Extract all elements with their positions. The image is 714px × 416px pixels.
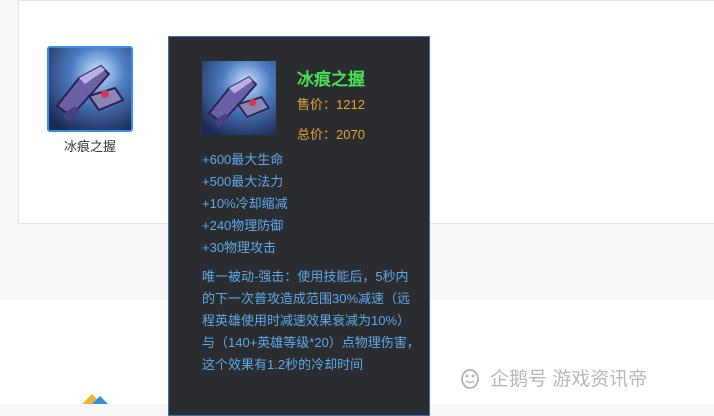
stat-physical-attack: +30物理攻击: [202, 240, 277, 255]
ice-gauntlet-item-icon: [49, 48, 131, 130]
sell-price: 售价：1212: [297, 97, 365, 112]
penguin-logo-icon: [461, 368, 479, 389]
item-slot-ice-gauntlet[interactable]: [47, 46, 133, 132]
total-price: 总价：2070: [297, 127, 365, 142]
tooltip-title: 冰痕之握: [297, 70, 365, 89]
stat-list: +600最大生命 +500最大法力 +10%冷却缩减 +240物理防御 +30物…: [202, 149, 288, 259]
ice-gauntlet-item-icon: [202, 61, 276, 135]
passive-description: 唯一被动-强击：使用技能后，5秒内的下一次普攻造成范围30%减速（远程英雄使用时…: [202, 269, 420, 372]
stat-physical-defense: +240物理防御: [202, 218, 284, 233]
stat-cooldown: +10%冷却缩减: [202, 196, 288, 211]
watermark: 企鹅号 游戏资讯帝: [458, 364, 647, 391]
item-tooltip: 冰痕之握 售价：1212 总价：2070 +600最大生命 +500最大法力 +…: [168, 36, 430, 416]
partial-logo-icon: [82, 394, 108, 404]
watermark-text: 企鹅号 游戏资讯帝: [490, 369, 648, 390]
item-name-label: 冰痕之握: [63, 139, 116, 154]
tooltip-item-image: [202, 61, 276, 135]
stat-max-mana: +500最大法力: [202, 174, 284, 189]
stat-max-hp: +600最大生命: [202, 152, 284, 167]
